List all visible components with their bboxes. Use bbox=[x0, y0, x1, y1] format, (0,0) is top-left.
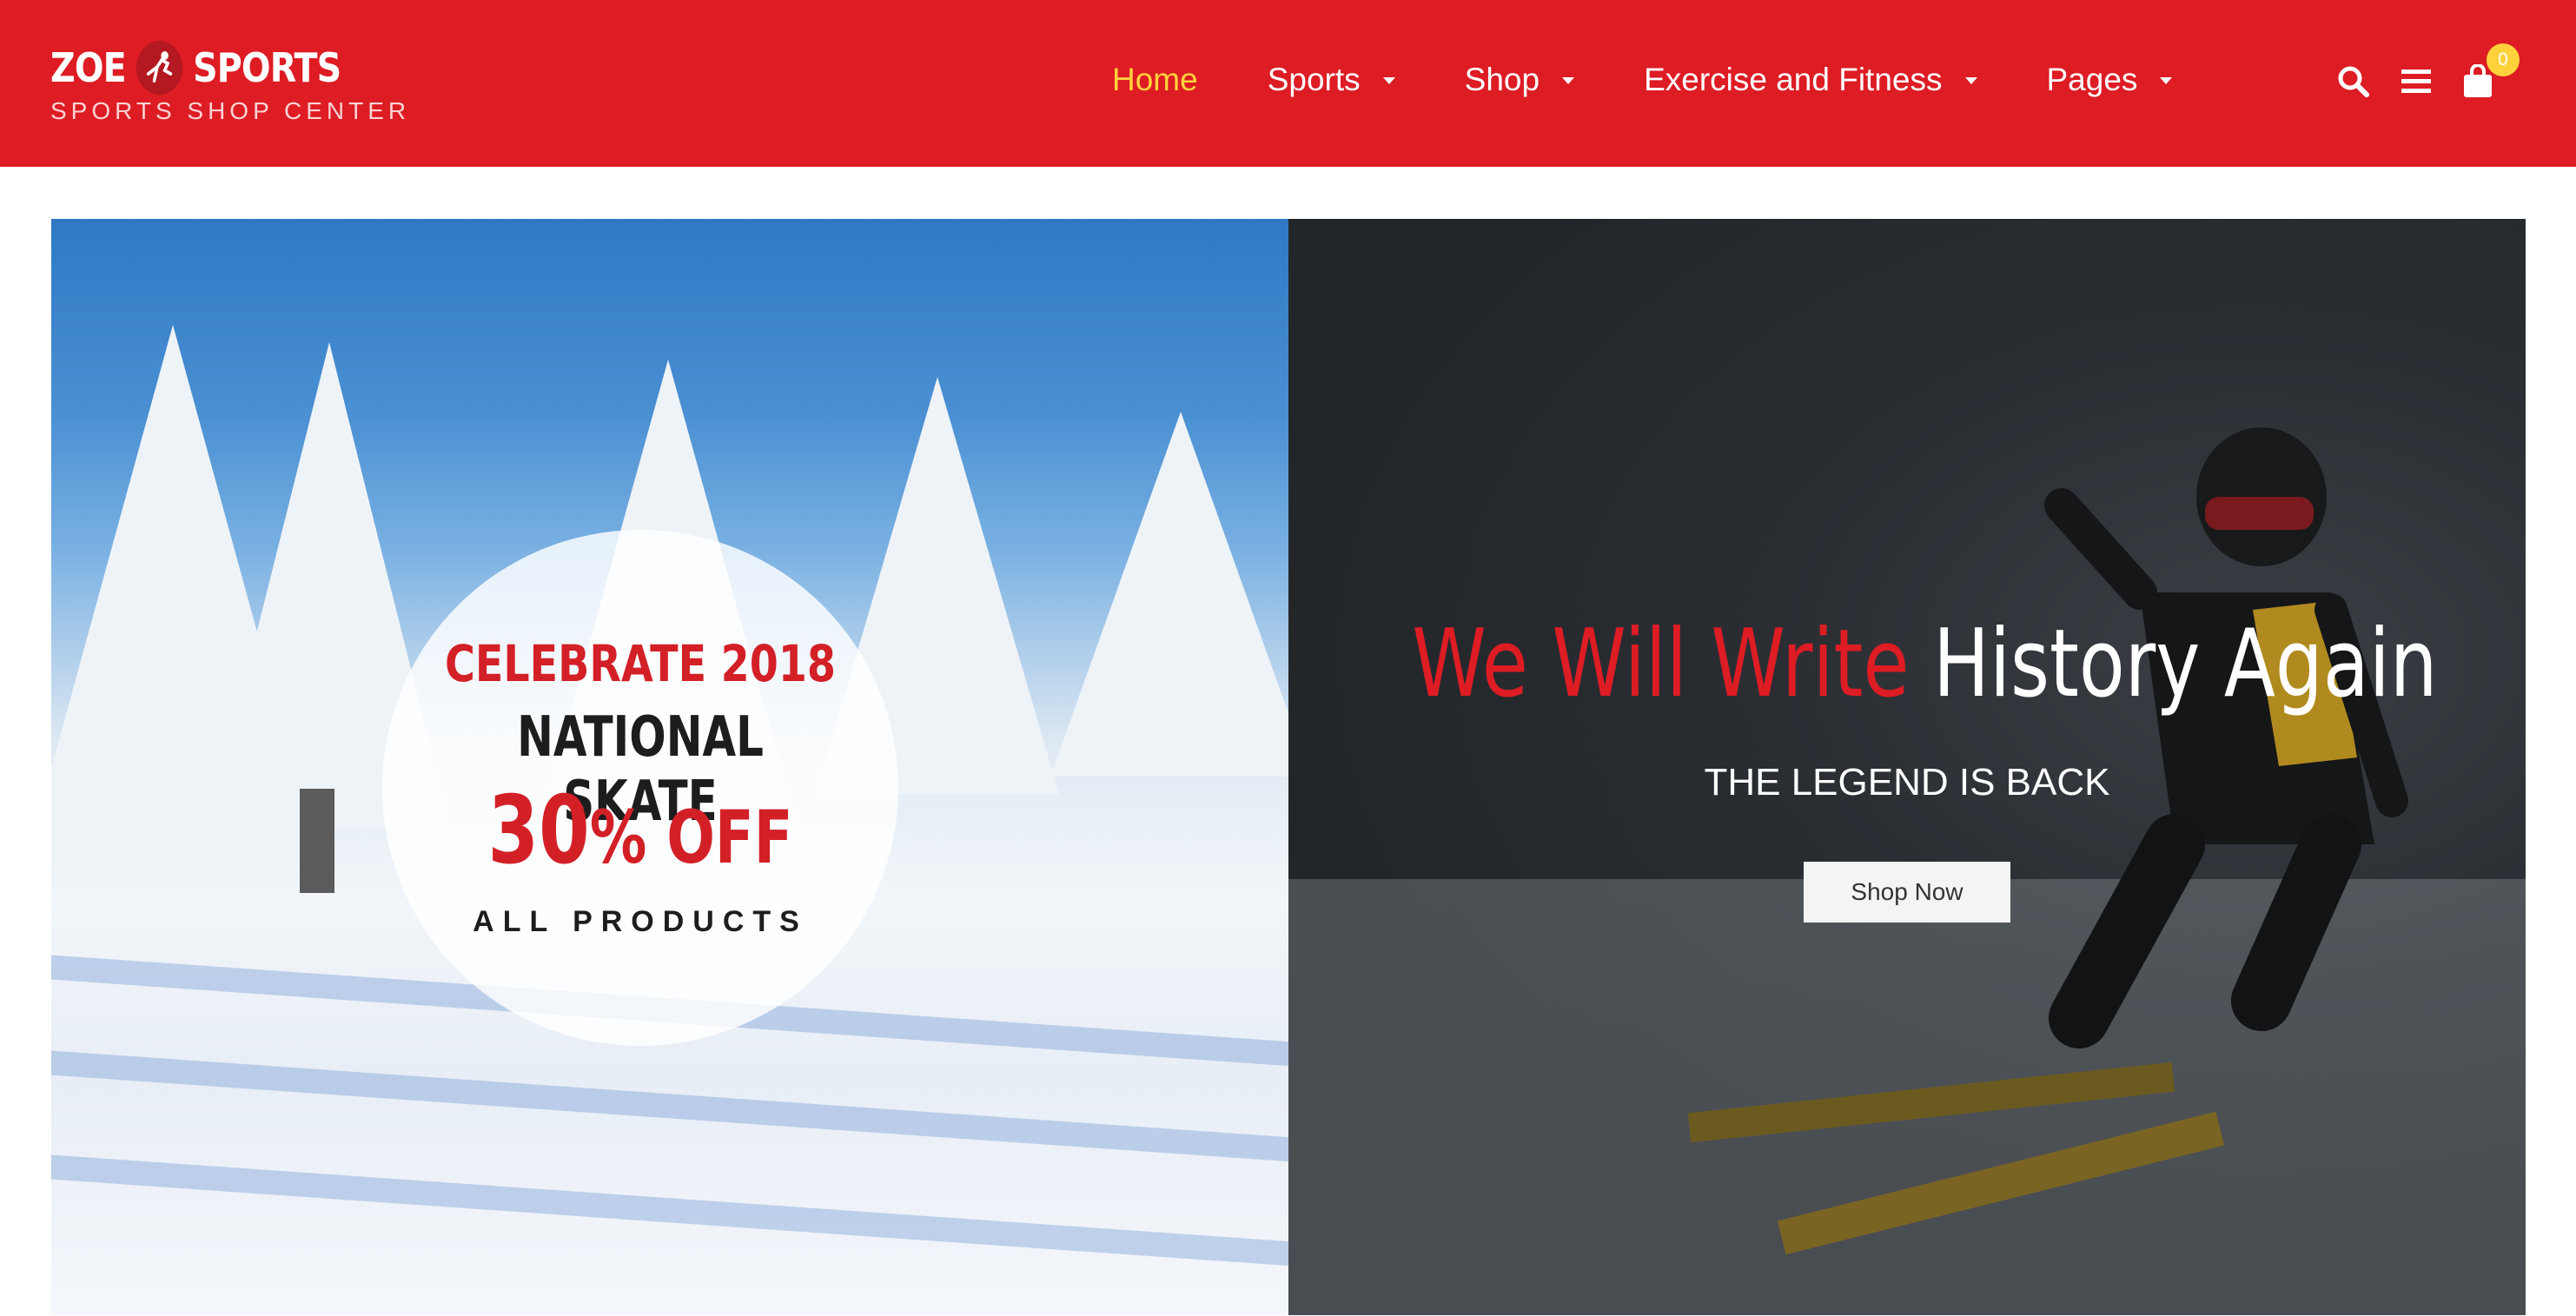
search-icon[interactable] bbox=[2337, 65, 2370, 98]
discount-value: 30 bbox=[487, 777, 590, 885]
nav-item-label: Home bbox=[1112, 62, 1198, 97]
logo-wordmark: ZOE SPORTS bbox=[50, 41, 341, 95]
snow-shadow bbox=[51, 1148, 1288, 1277]
nav-item-exercise-fitness[interactable]: Exercise and Fitness bbox=[1644, 62, 1977, 98]
cart-count-badge: 0 bbox=[2487, 43, 2520, 76]
discount-suffix: % OFF bbox=[589, 795, 793, 880]
logo-text-right: SPORTS bbox=[193, 44, 341, 91]
snowy-tree bbox=[1050, 412, 1288, 777]
promo-badge: CELEBRATE 2018 NATIONAL SKATE 30% OFF AL… bbox=[382, 530, 898, 1046]
promo-headline: CELEBRATE 2018 bbox=[444, 634, 837, 693]
nav-item-label: Exercise and Fitness bbox=[1644, 62, 1943, 97]
promo-discount: 30% OFF bbox=[439, 784, 841, 885]
skier-illustration bbox=[2044, 427, 2408, 1048]
tree-stump bbox=[300, 789, 334, 893]
nav-item-label: Shop bbox=[1464, 62, 1540, 97]
site-header: ZOE SPORTS SPORTS SHOP CENTER Home Sport… bbox=[0, 0, 2576, 167]
shopping-bag-icon[interactable]: 0 bbox=[2462, 43, 2520, 99]
nav-item-label: Sports bbox=[1267, 62, 1361, 97]
main-nav: Home Sports Shop Exercise and Fitness Pa… bbox=[1112, 57, 2173, 103]
hero-title-white: History Again bbox=[1932, 610, 2438, 718]
nav-item-sports[interactable]: Sports bbox=[1268, 62, 1395, 98]
nav-item-label: Pages bbox=[2046, 62, 2138, 97]
hero-title: We Will Write History Again bbox=[1412, 610, 2437, 718]
caret-down-icon bbox=[1562, 77, 1575, 84]
menu-icon[interactable] bbox=[2401, 69, 2431, 95]
nav-item-home[interactable]: Home bbox=[1112, 62, 1198, 98]
nav-item-shop[interactable]: Shop bbox=[1464, 62, 1575, 98]
shop-now-button[interactable]: Shop Now bbox=[1804, 862, 2010, 923]
caret-down-icon bbox=[2160, 77, 2173, 84]
hero-slide: We Will Write History Again THE LEGEND I… bbox=[1288, 219, 2526, 1315]
header-tools: 0 bbox=[2337, 43, 2520, 104]
hero-title-red: We Will Write bbox=[1412, 610, 1910, 718]
logo[interactable]: ZOE SPORTS SPORTS SHOP CENTER bbox=[50, 41, 406, 129]
promo-banner[interactable]: CELEBRATE 2018 NATIONAL SKATE 30% OFF AL… bbox=[51, 219, 1288, 1315]
hero-subtitle: THE LEGEND IS BACK bbox=[1704, 761, 2110, 803]
logo-tagline: SPORTS SHOP CENTER bbox=[50, 97, 411, 124]
snow-shadow bbox=[51, 1044, 1288, 1173]
promo-scope: ALL PRODUCTS bbox=[473, 905, 808, 938]
caret-down-icon bbox=[1964, 77, 1977, 84]
runner-icon bbox=[136, 41, 183, 95]
caret-down-icon bbox=[1382, 77, 1395, 84]
logo-text-left: ZOE bbox=[50, 44, 127, 91]
nav-item-pages[interactable]: Pages bbox=[2047, 62, 2173, 98]
